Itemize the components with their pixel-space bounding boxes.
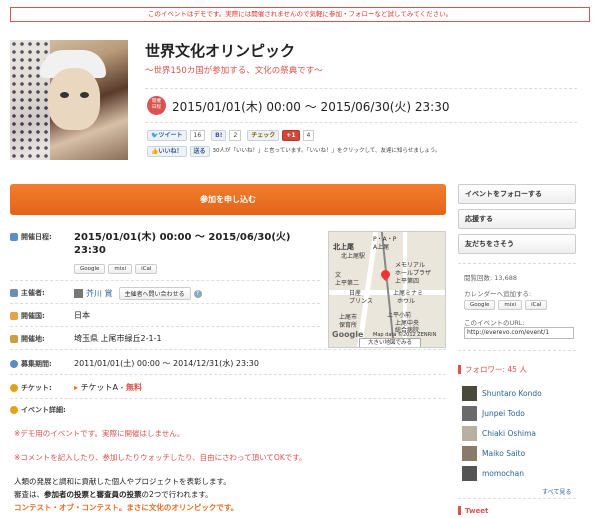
map-pin-icon[interactable]	[379, 268, 392, 281]
view-large-map-button[interactable]: 大きい地図でみる	[359, 338, 421, 347]
sidebar-ical-button[interactable]: iCal	[525, 300, 548, 310]
info-icon	[10, 406, 18, 414]
avatar	[462, 406, 477, 421]
calendar-add-label: カレンダーへ追加する:	[464, 290, 532, 298]
organizer-link[interactable]: 芥川 賞	[86, 288, 113, 299]
share-row: 🐦ツイート 16 B! 2 チェック +1 4	[147, 130, 320, 141]
sidebar-mixi-button[interactable]: mixi	[498, 300, 523, 310]
avatar	[462, 446, 477, 461]
hatena-bookmark-button[interactable]: B!	[211, 130, 227, 141]
hero-date: 2015/01/01(木) 00:00 〜 2015/06/30(火) 23:3…	[172, 100, 450, 114]
organizer-avatar	[74, 289, 83, 298]
comment-note: ※コメントを記入したり、参加したりウォッチしたり、自由にさわって頂いてOKです。	[14, 453, 307, 462]
contact-organizer-button[interactable]: 主催者へ問い合わせる	[118, 287, 191, 300]
invite-friends-button[interactable]: 友だちをさそう	[458, 234, 576, 254]
bookmark-count: 2	[229, 130, 242, 141]
venue-map[interactable]: 北上尾 P・A・P A上尾 北上尾駅 文 上平第二 メモリアル ホールプラザ 上…	[328, 231, 446, 348]
gplus-button[interactable]: +1	[282, 130, 300, 141]
follower-item[interactable]: momochan	[462, 466, 524, 481]
country-label: 開催国:	[10, 311, 45, 321]
follow-event-button[interactable]: イベントをフォローする	[458, 184, 576, 204]
avatar	[462, 426, 477, 441]
flag-icon	[10, 312, 18, 320]
support-button[interactable]: 応援する	[458, 209, 576, 229]
event-hero-image	[10, 40, 128, 160]
description-line3: コンテスト・オブ・コンテスト。まさに文化のオリンピックです。	[14, 503, 239, 512]
recruit-label: 募集期間:	[10, 359, 52, 369]
event-subtitle: 〜世界150カ国が参加する、文化の祭典です〜	[145, 66, 323, 76]
check-button[interactable]: チェック	[247, 130, 280, 141]
event-url-label: このイベントのURL:	[464, 319, 525, 327]
sidebar-calendar-buttons: Google mixi iCal	[464, 299, 550, 310]
follower-item[interactable]: Maiko Saito	[462, 446, 525, 461]
see-all-link[interactable]: すべて見る	[542, 487, 571, 496]
event-title: 世界文化オリンピック	[145, 42, 296, 60]
date-badge: 開催 日程	[147, 96, 166, 115]
followers-heading: フォロワー: 45 人	[458, 364, 527, 375]
sidebar-google-button[interactable]: Google	[464, 300, 496, 310]
view-count: 閲覧回数: 13,688	[464, 274, 517, 282]
send-button[interactable]: 送る	[189, 146, 210, 157]
person-icon	[10, 289, 18, 297]
venue-label: 開催地:	[10, 334, 45, 344]
detail-label: イベント詳細:	[10, 405, 66, 415]
date-value: 2015/01/01(木) 00:00 〜 2015/06/30(火) 23:30	[74, 232, 291, 256]
recruit-value: 2011/01/01(土) 00:00 〜 2014/12/31(水) 23:3…	[74, 359, 259, 368]
follower-item[interactable]: Chiaki Oshima	[462, 426, 536, 441]
country-value: 日本	[74, 311, 90, 320]
help-icon[interactable]: ?	[193, 289, 202, 298]
calendar-icon	[10, 233, 18, 241]
description-line1: 人類の発展と調和に貢献した個人やプロジェクトを表彰します。	[14, 477, 231, 486]
tweet-count: 16	[189, 130, 206, 141]
avatar	[462, 466, 477, 481]
facebook-row: 👍いいね！ 送る 30人が「いいね！」と言っています。「いいね！」をクリックして…	[147, 146, 497, 157]
coin-icon	[10, 384, 18, 392]
gplus-count: 4	[302, 130, 315, 141]
avatar	[462, 386, 477, 401]
ical-button[interactable]: iCal	[135, 264, 158, 274]
tweet-button[interactable]: 🐦ツイート	[147, 130, 187, 141]
calendar-buttons: Google mixi iCal	[74, 263, 160, 274]
mixi-calendar-button[interactable]: mixi	[108, 264, 133, 274]
follower-item[interactable]: Shuntaro Kondo	[462, 386, 542, 401]
organizer-value: 芥川 賞 主催者へ問い合わせる ?	[74, 287, 202, 300]
venue-value: 埼玉県 上尾市緑丘2-1-1	[74, 334, 162, 343]
event-url-input[interactable]: http://everevo.com/event/1	[464, 327, 574, 339]
demo-banner: このイベントはデモです。実際には開催されませんので気軽に参加・フォローなど試して…	[10, 7, 590, 22]
ticket-value: ▸ チケットA - 無料	[74, 383, 143, 392]
facebook-like-text: 30人が「いいね！」と言っています。「いいね！」をクリックして、友達に知らせまし…	[212, 148, 441, 154]
date-label: 開催日程:	[10, 232, 52, 242]
google-calendar-button[interactable]: Google	[74, 264, 106, 274]
building-icon	[10, 335, 18, 343]
organizer-label: 主催者:	[10, 288, 45, 298]
like-button[interactable]: 👍いいね！	[147, 146, 187, 157]
apply-button[interactable]: 参加を申し込む	[10, 184, 446, 215]
clock-icon	[10, 360, 18, 368]
follower-item[interactable]: Junpei Todo	[462, 406, 525, 421]
ticket-label: チケット:	[10, 383, 52, 393]
description-line2: 審査は、参加者の投票と審査員の投票の2つで行われます。	[14, 490, 213, 499]
demo-note: ※デモ用のイベントです。実際に開催はしません。	[14, 429, 185, 438]
tweet-heading: Tweet	[458, 506, 488, 515]
